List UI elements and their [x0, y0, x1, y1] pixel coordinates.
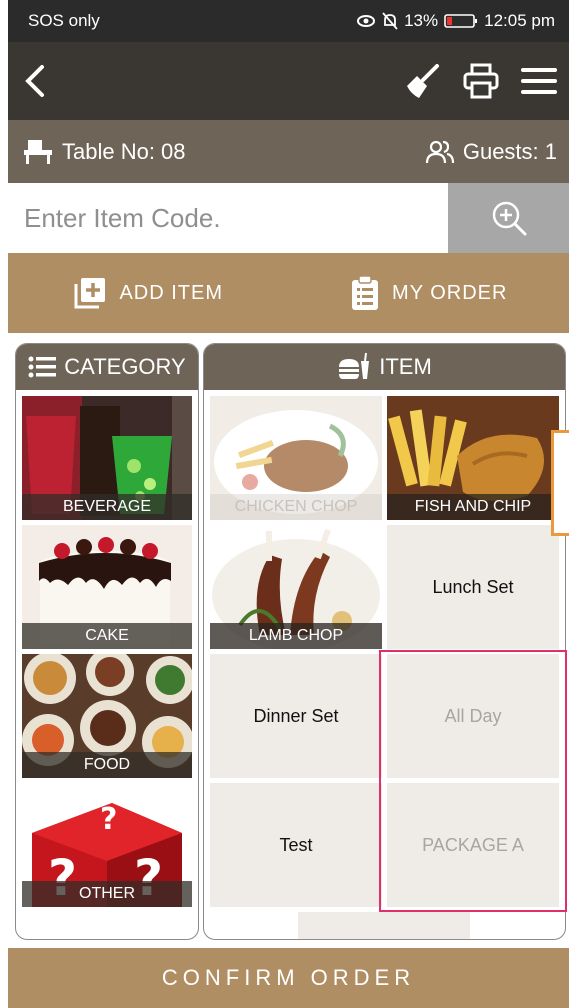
- scroll-more-indicator[interactable]: [298, 912, 470, 939]
- carrier-text: SOS only: [28, 11, 100, 30]
- tab-my-order[interactable]: MY ORDER: [289, 253, 569, 333]
- item-title: ITEM: [379, 354, 432, 379]
- time-text: 12:05 pm: [484, 11, 555, 30]
- item-label: FISH AND CHIP: [387, 494, 559, 520]
- category-cake[interactable]: CAKE: [22, 525, 192, 649]
- order-tabs: ADD ITEM MY ORDER: [8, 253, 569, 336]
- item-code-search: [8, 183, 569, 253]
- confirm-order-label: CONFIRM ORDER: [161, 965, 416, 990]
- fast-food-icon: [339, 353, 370, 379]
- tab-add-item-label: ADD ITEM: [119, 281, 224, 304]
- item-header: ITEM: [204, 344, 565, 390]
- category-label: FOOD: [22, 752, 192, 778]
- clipboard-list-icon: [352, 275, 379, 310]
- back-arrow-icon[interactable]: [22, 64, 48, 98]
- table-info-bar: Table No: 08 Guests: 1: [8, 120, 569, 183]
- menu-item-test[interactable]: Test: [210, 783, 382, 907]
- menu-item-fish-and-chip[interactable]: FISH AND CHIP: [387, 396, 559, 520]
- category-panel: CATEGORY BEVERAGE CAKE FOOD ? ? ? OTHER: [15, 343, 199, 940]
- add-box-icon: [74, 278, 106, 309]
- category-label: CAKE: [22, 623, 192, 649]
- menu-item-lunch-set[interactable]: Lunch Set: [387, 525, 559, 649]
- printer-icon[interactable]: [463, 62, 499, 100]
- guests-icon: [425, 140, 454, 163]
- guests-count[interactable]: Guests: 1: [463, 139, 557, 165]
- zoom-in-icon: [492, 201, 526, 236]
- battery-icon: [444, 14, 478, 28]
- broom-icon[interactable]: [403, 62, 441, 100]
- menu-icon[interactable]: [521, 66, 557, 96]
- scroll-handle[interactable]: [551, 430, 569, 536]
- category-food[interactable]: FOOD: [22, 654, 192, 778]
- confirm-order-button[interactable]: CONFIRM ORDER: [8, 948, 569, 1008]
- tab-add-item[interactable]: ADD ITEM: [8, 253, 289, 336]
- menu-item-lamb-chop[interactable]: LAMB CHOP: [210, 525, 382, 649]
- menu-item-dinner-set[interactable]: Dinner Set: [210, 654, 382, 778]
- battery-text: 13%: [404, 11, 439, 30]
- app-bar: [8, 42, 569, 120]
- selection-highlight: [379, 650, 567, 912]
- eye-icon: [357, 15, 376, 27]
- table-chair-icon: [24, 139, 52, 164]
- category-header: CATEGORY: [16, 344, 198, 390]
- category-title: CATEGORY: [64, 354, 186, 379]
- category-other[interactable]: ? ? ? OTHER: [22, 783, 192, 907]
- status-bar: SOS only 13% 12:05 pm: [8, 0, 569, 42]
- item-label: Dinner Set: [253, 705, 339, 726]
- tab-my-order-label: MY ORDER: [392, 281, 508, 304]
- mute-icon: [382, 12, 398, 30]
- item-label: LAMB CHOP: [210, 623, 382, 649]
- item-code-input[interactable]: [8, 183, 448, 253]
- category-label: BEVERAGE: [22, 494, 192, 520]
- item-label: CHICKEN CHOP: [210, 494, 382, 520]
- item-label: Test: [279, 834, 313, 855]
- category-label: OTHER: [22, 881, 192, 907]
- menu-item-chicken-chop[interactable]: CHICKEN CHOP: [210, 396, 382, 520]
- item-label: Lunch Set: [432, 576, 514, 597]
- table-number: Table No: 08: [62, 138, 186, 164]
- list-icon: [28, 356, 57, 378]
- svg-text:?: ?: [100, 802, 117, 837]
- category-beverage[interactable]: BEVERAGE: [22, 396, 192, 520]
- search-button[interactable]: [448, 183, 569, 253]
